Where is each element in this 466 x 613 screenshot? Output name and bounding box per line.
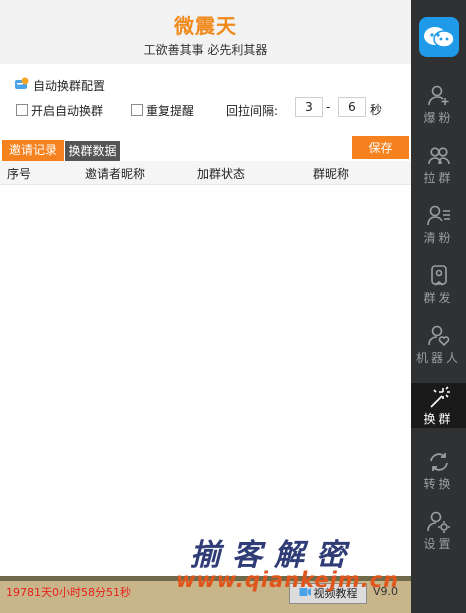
table-header: 序号 邀请者昵称 加群状态 群昵称 bbox=[0, 161, 411, 185]
repeat-remind-box[interactable] bbox=[131, 104, 143, 116]
interval-from-input[interactable] bbox=[295, 97, 323, 117]
sidebar: 爆粉 拉群 清粉 群发 机器人 换群 转换 设置 bbox=[411, 0, 466, 613]
sidebar-item-add-fans[interactable]: 爆粉 bbox=[411, 74, 466, 134]
auto-switch-checkbox[interactable]: 开启自动换群 bbox=[16, 101, 103, 119]
sidebar-item-label: 拉群 bbox=[423, 171, 454, 185]
auto-switch-label: 开启自动换群 bbox=[31, 103, 104, 118]
auto-switch-box[interactable] bbox=[16, 104, 28, 116]
add-user-icon bbox=[428, 85, 449, 106]
send-message-icon bbox=[431, 265, 447, 286]
repeat-remind-label: 重复提醒 bbox=[146, 103, 195, 118]
save-button[interactable]: 保存 bbox=[352, 136, 409, 159]
sidebar-item-label: 设置 bbox=[423, 537, 454, 551]
magic-wand-icon bbox=[430, 386, 450, 408]
table-body bbox=[0, 185, 411, 575]
interval-to-input[interactable] bbox=[338, 97, 366, 117]
app-title: 微震天 bbox=[174, 14, 237, 38]
sidebar-item-label: 爆粉 bbox=[423, 111, 454, 125]
sidebar-item-label: 转换 bbox=[423, 477, 454, 491]
section-title-label: 自动换群配置 bbox=[33, 78, 106, 93]
column-header-inviter: 邀请者昵称 bbox=[85, 167, 146, 181]
column-header-group-nick: 群昵称 bbox=[313, 167, 350, 181]
app-logo bbox=[419, 17, 459, 57]
config-section-title: 自动换群配置 bbox=[14, 76, 105, 94]
refresh-icon bbox=[430, 453, 448, 471]
column-header-index: 序号 bbox=[7, 167, 32, 181]
interval-dash: - bbox=[326, 100, 331, 114]
main-panel: 微震天 工欲善其事 必先利其器 自动换群配置 开启自动换群 重复提醒 回拉间隔:… bbox=[0, 0, 411, 613]
timer-text: 19781天0小时58分51秒 bbox=[6, 586, 131, 599]
sidebar-item-convert[interactable]: 转换 bbox=[411, 440, 466, 500]
sidebar-item-mass-send[interactable]: 群发 bbox=[411, 254, 466, 314]
sidebar-item-switch-group[interactable]: 换群 bbox=[411, 383, 466, 428]
app-header: 微震天 工欲善其事 必先利其器 bbox=[0, 0, 411, 64]
sidebar-item-label: 清粉 bbox=[423, 231, 454, 245]
sidebar-item-label: 机器人 bbox=[415, 351, 461, 365]
sidebar-item-settings[interactable]: 设置 bbox=[411, 500, 466, 560]
app-slogan: 工欲善其事 必先利其器 bbox=[143, 43, 268, 57]
interval-unit: 秒 bbox=[370, 103, 383, 117]
tab-switch-data[interactable]: 换群数据 bbox=[65, 141, 120, 161]
config-icon bbox=[14, 77, 30, 94]
watermark-url: www.qiankejm.cn bbox=[176, 568, 400, 592]
repeat-remind-checkbox[interactable]: 重复提醒 bbox=[131, 101, 194, 119]
tab-invite-records[interactable]: 邀请记录 bbox=[2, 140, 64, 161]
user-list-icon bbox=[427, 205, 450, 226]
sidebar-item-clean-fans[interactable]: 清粉 bbox=[411, 194, 466, 254]
column-header-status: 加群状态 bbox=[197, 167, 246, 181]
sidebar-item-label: 群发 bbox=[423, 291, 454, 305]
heart-user-icon bbox=[428, 325, 450, 347]
group-icon bbox=[428, 147, 450, 165]
sidebar-item-label: 换群 bbox=[423, 412, 454, 426]
interval-label: 回拉间隔: bbox=[226, 103, 279, 118]
sidebar-item-robot[interactable]: 机器人 bbox=[411, 314, 466, 374]
user-settings-icon bbox=[427, 511, 450, 533]
sidebar-item-pull-group[interactable]: 拉群 bbox=[411, 134, 466, 194]
